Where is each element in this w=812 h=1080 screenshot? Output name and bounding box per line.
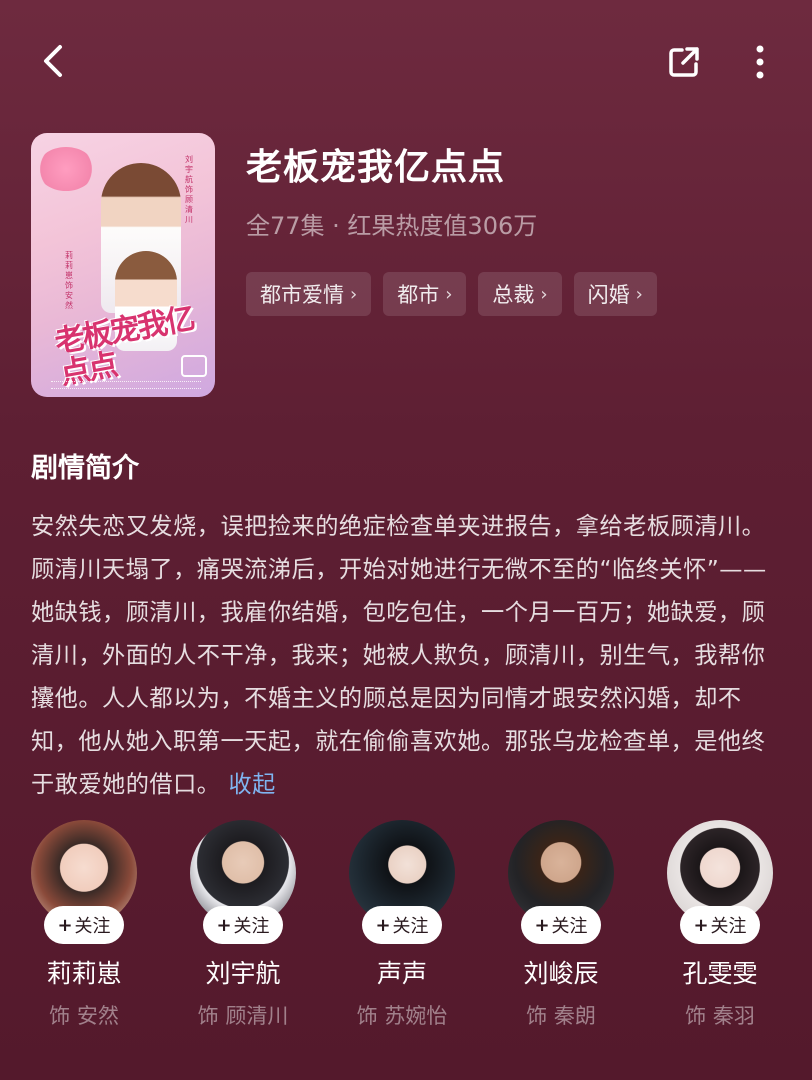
cast-role: 饰 秦羽 — [685, 1004, 755, 1028]
cast-name: 刘宇航 — [205, 959, 281, 988]
cast-role: 饰 安然 — [49, 1004, 119, 1028]
cast-member[interactable]: + 关注 刘宇航 饰 顾清川 — [189, 820, 297, 1030]
follow-button[interactable]: + 关注 — [680, 906, 760, 944]
share-icon — [669, 47, 699, 77]
tag-label: 总裁 — [492, 283, 535, 307]
tag-label: 闪婚 — [587, 283, 630, 307]
cast-member[interactable]: + 关注 孔雯雯 饰 秦羽 — [666, 820, 774, 1030]
cast-member[interactable]: + 关注 声声 饰 苏婉怡 — [348, 820, 456, 1030]
tag-chip[interactable]: 都市 › — [383, 272, 467, 316]
tag-list: 都市爱情 › 都市 › 总裁 › 闪婚 › — [246, 272, 657, 316]
cast-name: 刘峻辰 — [523, 959, 599, 988]
synopsis-heading: 剧情简介 — [31, 453, 139, 484]
plus-icon: + — [375, 914, 391, 936]
synopsis-text: 安然失恋又发烧，误把捡来的绝症检查单夹进报告，拿给老板顾清川。顾清川天塌了，痛哭… — [31, 505, 783, 806]
cast-member[interactable]: + 关注 莉莉崽 饰 安然 — [30, 820, 138, 1030]
cotton-candy-graphic — [37, 147, 95, 191]
chevron-left-icon — [44, 45, 62, 77]
poster-image[interactable]: 刘宇航 饰 顾清川 莉莉崽 饰 安然 老板宠我亿点点 — [31, 133, 215, 397]
cast-list: + 关注 莉莉崽 饰 安然 + 关注 刘宇航 饰 顾清川 + 关注 声声 饰 苏婉怡 … — [30, 820, 782, 1040]
follow-button[interactable]: + 关注 — [362, 906, 442, 944]
plus-icon: + — [216, 914, 232, 936]
share-button[interactable] — [660, 38, 708, 86]
follow-label: 关注 — [392, 916, 429, 937]
drama-meta: 全77集 · 红果热度值306万 — [246, 212, 538, 240]
more-vertical-icon — [756, 45, 764, 79]
poster-fine-print — [51, 381, 201, 389]
follow-label: 关注 — [710, 916, 747, 937]
poster-credit-female: 莉莉崽 饰 安然 — [65, 251, 73, 310]
chevron-right-icon: › — [635, 283, 643, 305]
poster-credit-male: 刘宇航 饰 顾清川 — [185, 155, 193, 224]
more-button[interactable] — [738, 38, 782, 86]
poster-badge-icon — [181, 355, 207, 377]
tag-chip[interactable]: 都市爱情 › — [246, 272, 372, 316]
follow-button[interactable]: + 关注 — [521, 906, 601, 944]
drama-title: 老板宠我亿点点 — [246, 147, 506, 188]
plus-icon: + — [534, 914, 550, 936]
synopsis-body: 安然失恋又发烧，误把捡来的绝症检查单夹进报告，拿给老板顾清川。顾清川天塌了，痛哭… — [31, 513, 767, 798]
cast-role: 饰 苏婉怡 — [356, 1004, 448, 1028]
chevron-right-icon: › — [540, 283, 548, 305]
follow-label: 关注 — [233, 916, 270, 937]
tag-chip[interactable]: 闪婚 › — [573, 272, 657, 316]
cast-name: 孔雯雯 — [682, 959, 758, 988]
cast-role: 饰 顾清川 — [197, 1004, 289, 1028]
cast-name: 莉莉崽 — [46, 959, 122, 988]
chevron-right-icon: › — [445, 283, 453, 305]
tag-label: 都市 — [397, 283, 440, 307]
cast-role: 饰 秦朗 — [526, 1004, 596, 1028]
plus-icon: + — [693, 914, 709, 936]
follow-button[interactable]: + 关注 — [203, 906, 283, 944]
tag-label: 都市爱情 — [260, 283, 344, 307]
collapse-button[interactable]: 收起 — [229, 771, 276, 798]
back-button[interactable] — [28, 36, 78, 86]
cast-member[interactable]: + 关注 刘峻辰 饰 秦朗 — [507, 820, 615, 1030]
top-bar — [0, 0, 812, 120]
plus-icon: + — [57, 914, 73, 936]
follow-label: 关注 — [74, 916, 111, 937]
tag-chip[interactable]: 总裁 › — [478, 272, 562, 316]
follow-button[interactable]: + 关注 — [44, 906, 124, 944]
cast-name: 声声 — [376, 959, 427, 988]
poster-logo: 老板宠我亿点点 — [52, 301, 197, 392]
follow-label: 关注 — [551, 916, 588, 937]
chevron-right-icon: › — [350, 283, 358, 305]
